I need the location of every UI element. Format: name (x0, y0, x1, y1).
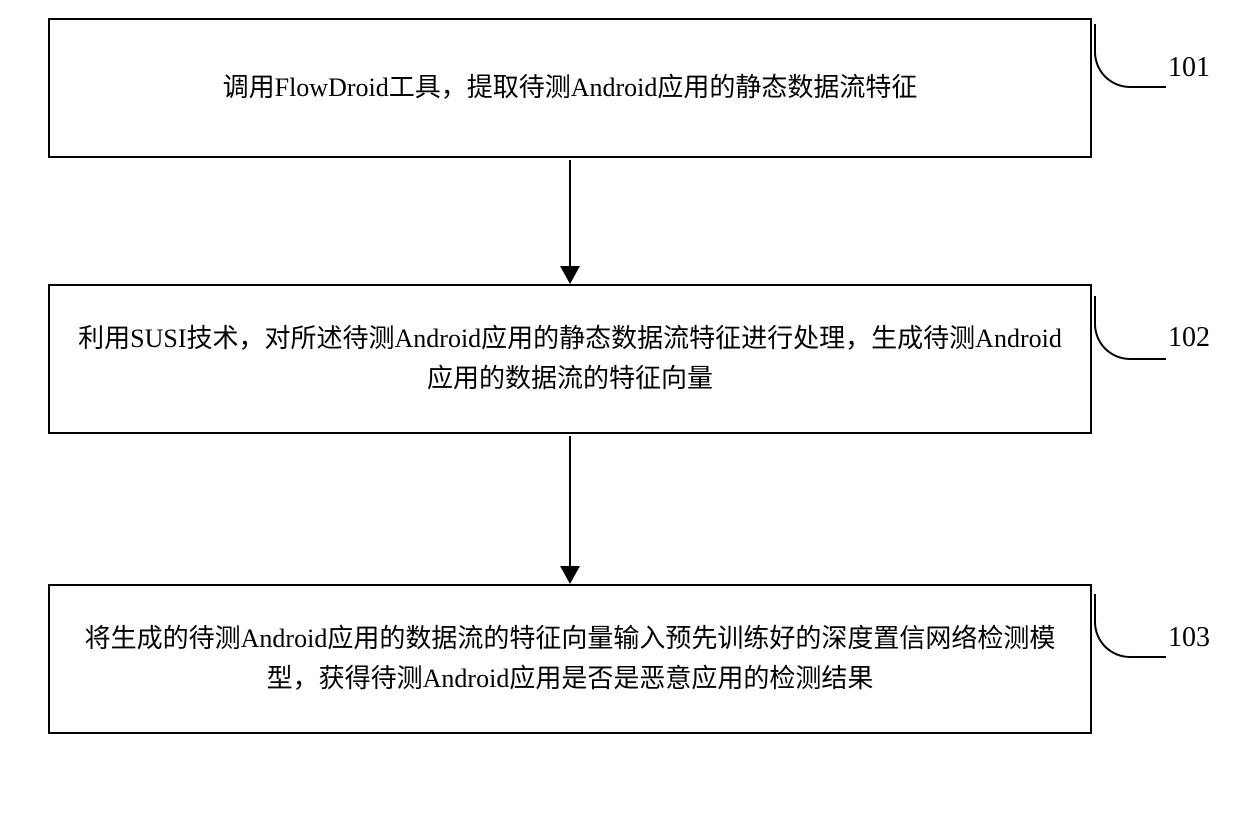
arrow-shaft (569, 436, 571, 568)
callout-hook (1094, 296, 1166, 360)
step-text: 利用SUSI技术，对所述待测Android应用的静态数据流特征进行处理，生成待测… (78, 319, 1062, 400)
callout-hook (1094, 24, 1166, 88)
arrow-head-icon (560, 566, 580, 584)
step-number-label: 101 (1168, 52, 1210, 84)
flowchart-canvas: 调用FlowDroid工具，提取待测Android应用的静态数据流特征 101 … (0, 0, 1240, 820)
callout-hook (1094, 594, 1166, 658)
arrow-head-icon (560, 266, 580, 284)
arrow-shaft (569, 160, 571, 268)
step-box-101: 调用FlowDroid工具，提取待测Android应用的静态数据流特征 (48, 18, 1092, 158)
step-text: 将生成的待测Android应用的数据流的特征向量输入预先训练好的深度置信网络检测… (78, 619, 1062, 700)
step-number-label: 103 (1168, 622, 1210, 654)
step-box-102: 利用SUSI技术，对所述待测Android应用的静态数据流特征进行处理，生成待测… (48, 284, 1092, 434)
step-number-label: 102 (1168, 322, 1210, 354)
step-text: 调用FlowDroid工具，提取待测Android应用的静态数据流特征 (223, 68, 918, 108)
step-box-103: 将生成的待测Android应用的数据流的特征向量输入预先训练好的深度置信网络检测… (48, 584, 1092, 734)
